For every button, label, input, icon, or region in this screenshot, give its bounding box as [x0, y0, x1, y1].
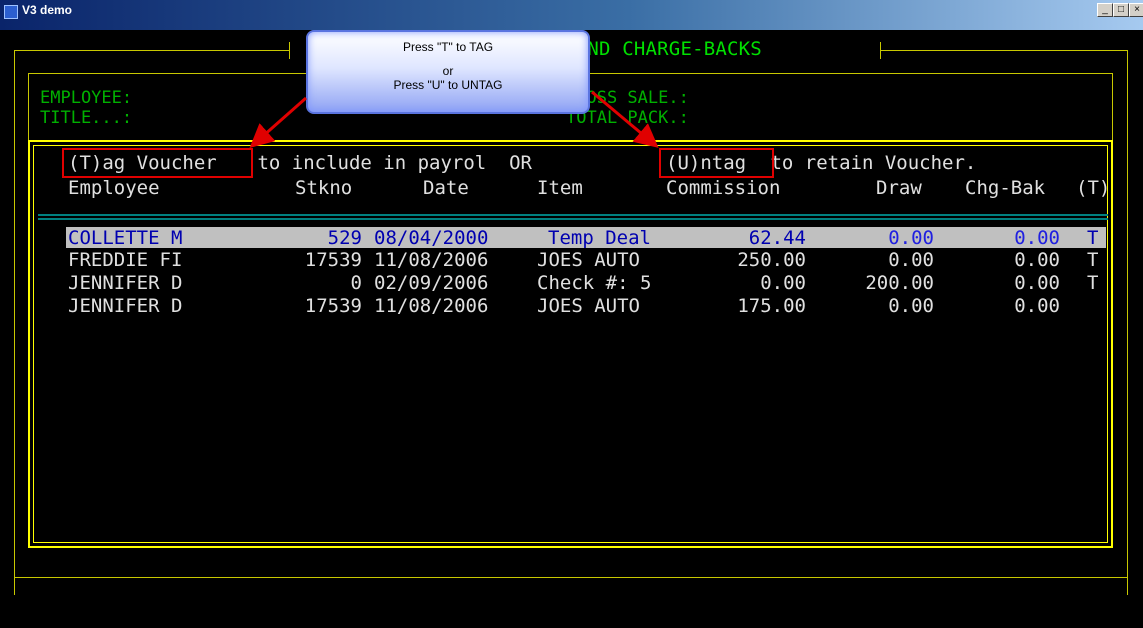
col-draw: Draw — [876, 177, 922, 199]
col-commission: Commission — [666, 177, 781, 199]
cell-tag: T — [1087, 272, 1099, 294]
arrow-to-untag — [591, 90, 659, 148]
cell-commission: 0.00 — [760, 272, 806, 294]
col-chgbak: Chg-Bak — [965, 177, 1046, 199]
cell-item: Check #: 5 — [537, 272, 652, 294]
arrow-to-tag — [249, 96, 307, 148]
col-tag: (T) — [1076, 177, 1111, 199]
cell-employee: JENNIFER D — [68, 272, 183, 294]
cell-draw: 0.00 — [888, 295, 934, 317]
cell-item: JOES AUTO — [537, 249, 640, 271]
cell-stkno: 0 — [350, 272, 362, 294]
cell-employee: FREDDIE FI — [68, 249, 183, 271]
cell-draw: 0.00 — [888, 249, 934, 271]
cell-item: JOES AUTO — [537, 295, 640, 317]
cell-draw: 200.00 — [865, 272, 934, 294]
cell-chgbak: 0.00 — [1014, 295, 1060, 317]
cell-stkno: 17539 — [304, 249, 362, 271]
cell-commission: 62.44 — [748, 227, 806, 249]
cell-draw: 0.00 — [888, 227, 934, 249]
cell-chgbak: 0.00 — [1014, 272, 1060, 294]
cell-chgbak: 0.00 — [1014, 227, 1060, 249]
cell-employee: JENNIFER D — [68, 295, 183, 317]
cell-date: 02/09/2006 — [374, 272, 489, 294]
header-rule — [38, 214, 1108, 216]
cell-date: 08/04/2000 — [374, 227, 489, 249]
cell-stkno: 17539 — [304, 295, 362, 317]
cell-stkno: 529 — [327, 227, 362, 249]
cell-item: Temp Deal — [548, 227, 651, 249]
col-date: Date — [423, 177, 469, 199]
cell-employee: COLLETTE M — [68, 227, 183, 249]
cell-tag: T — [1087, 249, 1099, 271]
header-rule — [38, 218, 1108, 220]
col-employee: Employee — [68, 177, 160, 199]
col-item: Item — [537, 177, 583, 199]
cell-date: 11/08/2006 — [374, 249, 489, 271]
col-stkno: Stkno — [295, 177, 353, 199]
cell-commission: 175.00 — [737, 295, 806, 317]
cell-date: 11/08/2006 — [374, 295, 489, 317]
cell-tag: T — [1087, 227, 1099, 249]
cell-chgbak: 0.00 — [1014, 249, 1060, 271]
cell-commission: 250.00 — [737, 249, 806, 271]
